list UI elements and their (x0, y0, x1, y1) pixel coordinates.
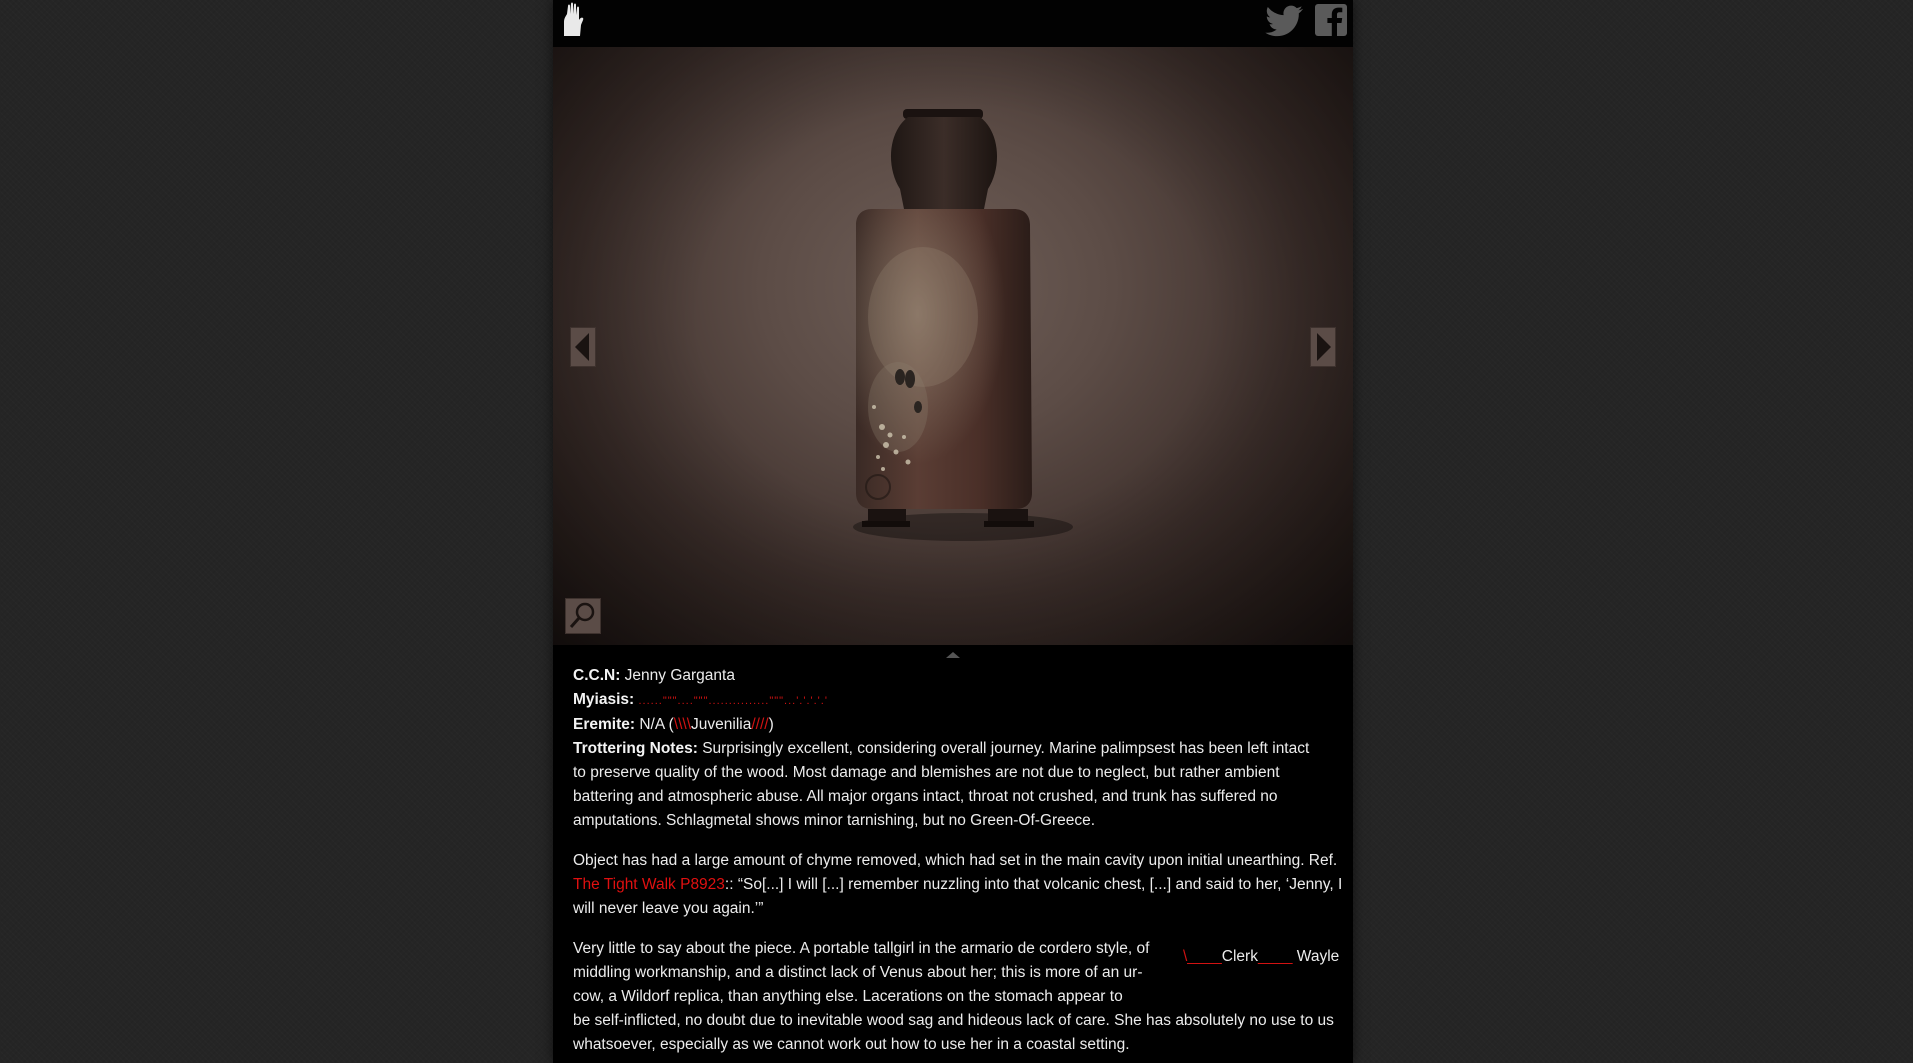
magnifier-icon[interactable] (565, 598, 601, 634)
clerk-name: Wayle (1296, 948, 1340, 965)
myiasis-row: Myiasis: ......"""...."""...............… (573, 688, 1348, 713)
ccn-value: Jenny Garganta (624, 667, 735, 684)
tight-walk-link[interactable]: The Tight Walk P8923 (573, 876, 725, 893)
assessment-continued: be self-inflicted, no doubt due to inevi… (573, 1012, 1334, 1053)
clerk-red-mid: ____ (1257, 948, 1293, 965)
arrow-right-icon[interactable] (1310, 327, 1336, 367)
image-viewer (553, 47, 1353, 645)
eremite-suffix: ) (768, 716, 774, 733)
clerk-signature: \____Clerk____ Wayle (1183, 945, 1339, 969)
twitter-icon[interactable] (1265, 4, 1305, 38)
myiasis-label: Myiasis: (573, 691, 635, 708)
facebook-icon[interactable] (1314, 3, 1348, 37)
eremite-red-left: \\\\ (673, 716, 692, 733)
eremite-label: Eremite: (573, 716, 636, 733)
clerk-red-prefix: \____ (1183, 948, 1222, 965)
top-bar (553, 0, 1353, 47)
hand-icon[interactable] (560, 2, 586, 38)
eremite-red-right: //// (751, 716, 769, 733)
arrow-left-icon[interactable] (570, 327, 596, 367)
clerk-label: Clerk (1221, 948, 1258, 965)
chevron-up-icon[interactable] (944, 650, 962, 660)
eremite-row: Eremite: N/A (\\\\Juvenilia////) (573, 713, 1348, 737)
chyme-paragraph: Object has had a large amount of chyme r… (573, 849, 1348, 921)
eremite-mid: Juvenilia (691, 716, 752, 733)
trottering-notes: Trottering Notes: Surprisingly excellent… (573, 737, 1313, 833)
description-panel: C.C.N: Jenny Garganta Myiasis: ......"""… (573, 664, 1348, 1057)
myiasis-value: ......"""...."""..............."""...'.'… (638, 695, 828, 707)
assessment-block: Very little to say about the piece. A po… (573, 937, 1348, 1057)
artifact-image (853, 109, 1073, 541)
eremite-prefix: N/A ( (639, 716, 674, 733)
chyme-intro: Object has had a large amount of chyme r… (573, 852, 1338, 869)
assessment-paragraph: Very little to say about the piece. A po… (573, 940, 1150, 1005)
ccn-label: C.C.N: (573, 667, 621, 684)
main-column: C.C.N: Jenny Garganta Myiasis: ......"""… (553, 0, 1353, 1063)
trottering-label: Trottering Notes: (573, 740, 698, 757)
ccn-row: C.C.N: Jenny Garganta (573, 664, 1348, 688)
